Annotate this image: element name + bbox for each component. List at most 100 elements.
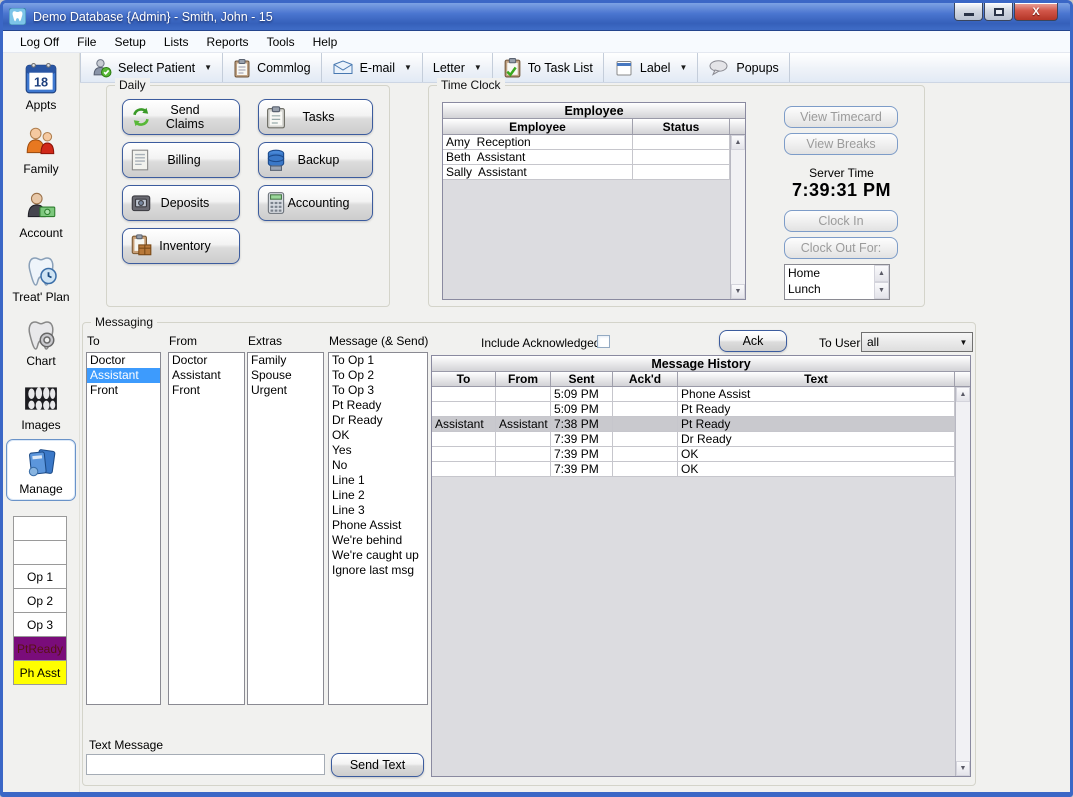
scroll-up-icon[interactable]: ▲ (874, 265, 889, 282)
menu-reports[interactable]: Reports (198, 32, 258, 52)
list-item-doctor[interactable]: Doctor (169, 353, 244, 368)
sidebar-module-appts[interactable]: 18Appts (6, 55, 76, 117)
deposits-button[interactable]: Deposits (122, 185, 240, 221)
tasks-button[interactable]: Tasks (258, 99, 373, 135)
list-item-front[interactable]: Front (87, 383, 160, 398)
menu-help[interactable]: Help (304, 32, 347, 52)
column-header-sent[interactable]: Sent (551, 372, 613, 386)
op-cell-ptready[interactable]: PtReady (13, 636, 67, 661)
chevron-down-icon[interactable]: ▼ (679, 63, 687, 72)
sidebar-module-images[interactable]: Images (6, 375, 76, 437)
list-item-yes[interactable]: Yes (329, 443, 427, 458)
table-row[interactable]: Beth Assistant (443, 150, 730, 165)
op-cell-op-2[interactable]: Op 2 (13, 588, 67, 613)
list-item-ignore-last-msg[interactable]: Ignore last msg (329, 563, 427, 578)
list-item-to-op-1[interactable]: To Op 1 (329, 353, 427, 368)
column-header-text[interactable]: Text (678, 372, 955, 386)
clock-out-options-list[interactable]: HomeLunch ▲ ▼ (784, 264, 890, 300)
toolbar-popups-button[interactable]: Popups (698, 53, 789, 82)
list-item-phone-assist[interactable]: Phone Assist (329, 518, 427, 533)
maximize-button[interactable] (984, 3, 1013, 21)
table-row[interactable]: 7:39 PMOK (432, 447, 955, 462)
send-text-button[interactable]: Send Text (331, 753, 424, 777)
sidebar-module-account[interactable]: Account (6, 183, 76, 245)
list-item-lunch[interactable]: Lunch (785, 281, 874, 297)
listbox-message-send[interactable]: To Op 1To Op 2To Op 3Pt ReadyDr ReadyOKY… (328, 352, 428, 705)
toolbar-to-task-list-button[interactable]: To Task List (493, 53, 604, 82)
scroll-down-icon[interactable]: ▼ (956, 761, 970, 776)
clock-in-button[interactable]: Clock In (784, 210, 898, 232)
send-claims-button[interactable]: Send Claims (122, 99, 240, 135)
employee-grid-scrollbar[interactable]: ▲ ▼ (730, 135, 745, 299)
table-row[interactable]: 5:09 PMPt Ready (432, 402, 955, 417)
view-timecard-button[interactable]: View Timecard (784, 106, 898, 128)
menu-lists[interactable]: Lists (155, 32, 198, 52)
inventory-button[interactable]: Inventory (122, 228, 240, 264)
scroll-up-icon[interactable]: ▲ (731, 135, 745, 150)
column-header-status[interactable]: Status (633, 119, 730, 134)
column-header-employee[interactable]: Employee (443, 119, 633, 134)
table-row[interactable]: 7:39 PMOK (432, 462, 955, 477)
clock-out-options-scrollbar[interactable]: ▲ ▼ (874, 265, 889, 299)
menu-file[interactable]: File (68, 32, 105, 52)
toolbar-commlog-button[interactable]: Commlog (223, 53, 322, 82)
ack-button[interactable]: Ack (719, 330, 787, 352)
list-item-to-op-3[interactable]: To Op 3 (329, 383, 427, 398)
sidebar-module-family[interactable]: Family (6, 119, 76, 181)
list-item-spouse[interactable]: Spouse (248, 368, 323, 383)
backup-button[interactable]: Backup (258, 142, 373, 178)
chevron-down-icon[interactable]: ▼ (204, 63, 212, 72)
menu-log-off[interactable]: Log Off (11, 32, 68, 52)
sidebar-module-manage[interactable]: Manage (6, 439, 76, 501)
op-cell-empty-1[interactable] (13, 540, 67, 565)
column-header-ack-d[interactable]: Ack'd (613, 372, 678, 386)
list-item-ok[interactable]: OK (329, 428, 427, 443)
list-item-assistant[interactable]: Assistant (87, 368, 160, 383)
scroll-down-icon[interactable]: ▼ (874, 282, 889, 299)
menu-setup[interactable]: Setup (105, 32, 154, 52)
list-item-line-1[interactable]: Line 1 (329, 473, 427, 488)
include-acknowledged-checkbox[interactable] (597, 335, 610, 348)
toolbar-select-patient-button[interactable]: Select Patient▼ (80, 53, 223, 82)
toolbar-label-button[interactable]: Label▼ (604, 53, 699, 82)
message-history-scrollbar[interactable]: ▲ ▼ (955, 387, 970, 776)
list-item-no[interactable]: No (329, 458, 427, 473)
list-item-urgent[interactable]: Urgent (248, 383, 323, 398)
listbox-extras[interactable]: FamilySpouseUrgent (247, 352, 324, 705)
clock-out-for-button[interactable]: Clock Out For: (784, 237, 898, 259)
chevron-down-icon[interactable]: ▼ (404, 63, 412, 72)
column-header-to[interactable]: To (432, 372, 496, 386)
list-item-family[interactable]: Family (248, 353, 323, 368)
list-item-line-3[interactable]: Line 3 (329, 503, 427, 518)
table-row[interactable]: 5:09 PMPhone Assist (432, 387, 955, 402)
sidebar-module-treat-plan[interactable]: Treat' Plan (6, 247, 76, 309)
op-cell-op-3[interactable]: Op 3 (13, 612, 67, 637)
chevron-down-icon[interactable]: ▼ (474, 63, 482, 72)
text-message-input[interactable] (86, 754, 325, 775)
op-cell-ph-asst[interactable]: Ph Asst (13, 660, 67, 685)
listbox-to[interactable]: DoctorAssistantFront (86, 352, 161, 705)
list-item-to-op-2[interactable]: To Op 2 (329, 368, 427, 383)
billing-button[interactable]: Billing (122, 142, 240, 178)
table-row[interactable]: Amy Reception (443, 135, 730, 150)
list-item-home[interactable]: Home (785, 265, 874, 281)
list-item-dr-ready[interactable]: Dr Ready (329, 413, 427, 428)
scroll-down-icon[interactable]: ▼ (731, 284, 745, 299)
sidebar-module-chart[interactable]: Chart (6, 311, 76, 373)
list-item-assistant[interactable]: Assistant (169, 368, 244, 383)
menu-tools[interactable]: Tools (258, 32, 304, 52)
minimize-button[interactable] (954, 3, 983, 21)
to-user-combobox[interactable]: all ▼ (861, 332, 973, 352)
op-cell-op-1[interactable]: Op 1 (13, 564, 67, 589)
close-button[interactable]: X (1014, 3, 1058, 21)
scroll-up-icon[interactable]: ▲ (956, 387, 970, 402)
column-header-from[interactable]: From (496, 372, 551, 386)
list-item-pt-ready[interactable]: Pt Ready (329, 398, 427, 413)
list-item-line-2[interactable]: Line 2 (329, 488, 427, 503)
op-cell-empty-0[interactable] (13, 516, 67, 541)
list-item-we-re-behind[interactable]: We're behind (329, 533, 427, 548)
list-item-doctor[interactable]: Doctor (87, 353, 160, 368)
table-row[interactable]: AssistantAssistant7:38 PMPt Ready (432, 417, 955, 432)
table-row[interactable]: Sally Assistant (443, 165, 730, 180)
accounting-button[interactable]: Accounting (258, 185, 373, 221)
